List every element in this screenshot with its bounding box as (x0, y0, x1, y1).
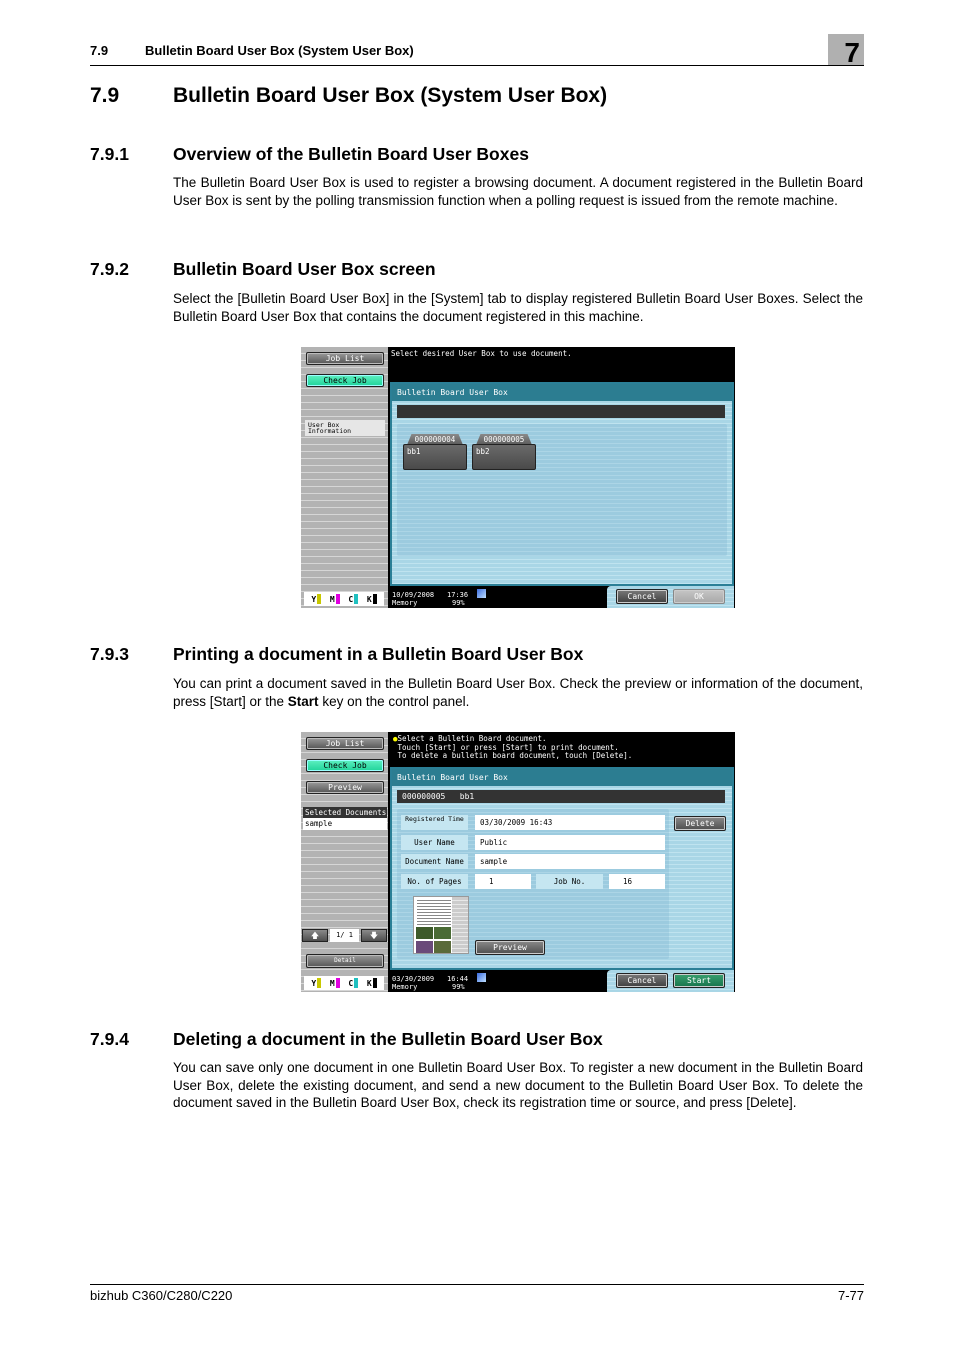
preview-side-button[interactable]: Preview (306, 781, 384, 794)
toner-c: C (348, 978, 359, 988)
document-info-area: Registered Time 03/30/2009 16:43 User Na… (397, 809, 669, 959)
header-section-title: Bulletin Board User Box (System User Box… (145, 43, 414, 58)
box-name: bb2 (472, 444, 536, 470)
side-panel: Job List Check Job Preview Selected Docu… (301, 732, 388, 992)
chapter-tab: 7 (828, 34, 864, 68)
footer-buttons: Cancel OK (607, 586, 734, 608)
instruction-message: ●Select a Bulletin Board document. Touch… (393, 734, 633, 760)
status-bar: 10/09/2008 17:36 Memory 99% (390, 586, 590, 608)
subsection-number: 7.9.3 (90, 644, 129, 664)
ok-button[interactable]: OK (673, 589, 725, 604)
detail-button[interactable]: Detail (306, 954, 384, 968)
toner-k: K (367, 978, 377, 988)
footer-rule (90, 1284, 864, 1285)
pages-value: 1 (475, 874, 531, 889)
cancel-button[interactable]: Cancel (616, 589, 668, 604)
registered-time-value: 03/30/2009 16:43 (475, 815, 665, 830)
header-section-number: 7.9 (90, 43, 109, 58)
document-thumbnail[interactable] (413, 896, 469, 954)
toner-c: C (348, 594, 359, 604)
status-date: 03/30/2009 (392, 975, 435, 983)
side-panel: Job List Check Job User Box Information … (301, 347, 388, 608)
selected-document-item[interactable]: sample (303, 818, 387, 830)
header-rule (90, 65, 864, 66)
subsection-title: Deleting a document in the Bulletin Boar… (173, 1029, 603, 1049)
status-date: 10/09/2008 (392, 591, 435, 599)
subsection-title: Printing a document in a Bulletin Board … (173, 644, 584, 664)
status-time: 16:44 (447, 975, 469, 983)
preview-button[interactable]: Preview (475, 940, 545, 955)
user-box-information-button[interactable]: User Box Information (305, 420, 385, 436)
page-navigator: 🡅 1/ 1 🡇 (302, 929, 387, 942)
job-list-button[interactable]: Job List (306, 737, 384, 750)
user-box-folder[interactable]: 000000005 bb2 (472, 434, 536, 470)
user-name-label: User Name (401, 835, 468, 850)
job-no-value: 16 (609, 874, 665, 889)
panel-title: Bulletin Board User Box (392, 769, 732, 786)
subsection-title: Overview of the Bulletin Board User Boxe… (173, 144, 529, 164)
job-list-button[interactable]: Job List (306, 352, 384, 365)
box-header-bar: 000000005 bb1 (397, 790, 725, 803)
box-list-area: 000000004 bb1 000000005 bb2 (397, 424, 727, 556)
page-indicator: 1/ 1 (330, 929, 359, 942)
toner-y: Y (311, 978, 322, 988)
subsection-title: Bulletin Board User Box screen (173, 259, 436, 279)
main-panel: Bulletin Board User Box 000000005 bb1 Re… (390, 767, 734, 970)
toner-indicator: Y M C K (304, 976, 384, 990)
cancel-button[interactable]: Cancel (616, 973, 668, 988)
screenshot-user-box-list: Job List Check Job User Box Information … (301, 347, 735, 608)
footer-page-number: 7-77 (837, 1288, 864, 1303)
subsection-number: 7.9.4 (90, 1029, 129, 1049)
user-name-value: Public (475, 835, 665, 850)
start-button[interactable]: Start (673, 973, 725, 988)
paragraph-deleting: You can save only one document in one Bu… (173, 1060, 863, 1111)
section-number: 7.9 (90, 84, 120, 107)
toner-m: M (330, 978, 340, 988)
paragraph-screen: Select the [Bulletin Board User Box] in … (173, 291, 863, 324)
page-down-button[interactable]: 🡇 (361, 929, 387, 942)
start-key-text: Start (287, 693, 319, 709)
screenshot-document-print: Job List Check Job Preview Selected Docu… (301, 732, 735, 992)
paragraph-printing: You can print a document saved in the Bu… (173, 676, 863, 709)
network-icon (477, 589, 486, 598)
memory-label: Memory (392, 983, 418, 991)
box-name-bar (397, 405, 725, 418)
status-bar: 03/30/2009 16:44 Memory 99% (390, 970, 590, 992)
section-title: Bulletin Board User Box (System User Box… (173, 84, 608, 107)
toner-y: Y (311, 594, 322, 604)
document-name-value: sample (475, 854, 665, 869)
network-icon (477, 973, 486, 982)
paragraph-overview: The Bulletin Board User Box is used to r… (173, 175, 863, 208)
toner-indicator: Y M C K (304, 592, 384, 606)
user-box-folder[interactable]: 000000004 bb1 (403, 434, 467, 470)
memory-label: Memory (392, 599, 418, 607)
memory-value: 99% (452, 983, 465, 991)
toner-m: M (330, 594, 340, 604)
delete-button[interactable]: Delete (674, 816, 726, 831)
toner-k: K (367, 594, 377, 604)
selected-documents: Selected Documents sample (303, 807, 387, 830)
document-name-label: Document Name (401, 854, 468, 869)
footer-buttons: Cancel Start (607, 970, 734, 992)
subsection-number: 7.9.2 (90, 259, 129, 279)
instruction-message: Select desired User Box to use document. (391, 349, 572, 358)
check-job-button[interactable]: Check Job (306, 374, 384, 387)
job-no-label: Job No. (536, 874, 603, 889)
page-up-button[interactable]: 🡅 (302, 929, 328, 942)
status-time: 17:36 (447, 591, 469, 599)
box-name: bb1 (403, 444, 467, 470)
check-job-button[interactable]: Check Job (306, 759, 384, 772)
memory-value: 99% (452, 599, 465, 607)
subsection-number: 7.9.1 (90, 144, 129, 164)
panel-title: Bulletin Board User Box (392, 384, 732, 401)
footer-product: bizhub C360/C280/C220 (90, 1288, 233, 1303)
registered-time-label: Registered Time (401, 815, 468, 830)
selected-documents-header: Selected Documents (303, 807, 387, 818)
pages-label: No. of Pages (401, 874, 468, 889)
main-panel: Bulletin Board User Box 000000004 bb1 00… (390, 382, 734, 586)
